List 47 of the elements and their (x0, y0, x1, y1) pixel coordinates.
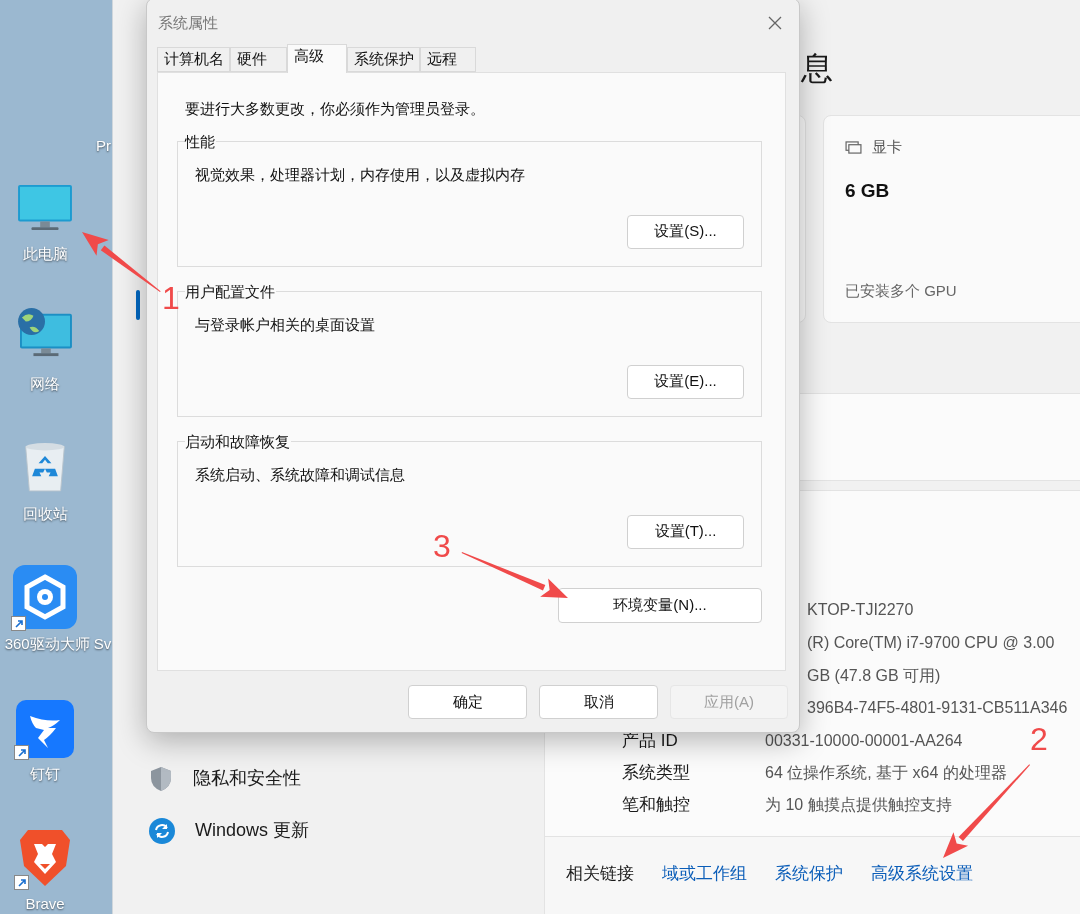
dialog-button[interactable]: 确定 (408, 685, 527, 719)
settings-button[interactable]: 设置(S)... (627, 214, 744, 249)
spec-value: KTOP-TJI2270 (807, 600, 914, 620)
spec-value: GB (47.8 GB 可用) (807, 666, 941, 686)
related-links-label: 相关链接 (566, 863, 634, 886)
card-label: 显卡 (872, 137, 902, 157)
shield-icon (149, 765, 173, 792)
environment-variables-button[interactable]: 环境变量(N)... (558, 587, 762, 623)
spec-label: 笔和触控 (622, 794, 690, 816)
network-icon[interactable] (16, 308, 74, 358)
group-description: 视觉效果，处理器计划，内存使用，以及虚拟内存 (195, 164, 526, 185)
tab[interactable]: 计算机名 (157, 47, 230, 72)
annotation-number: 2 (1030, 723, 1048, 755)
notice-text: 要进行大多数更改，你必须作为管理员登录。 (185, 99, 486, 119)
sync-icon (149, 817, 175, 844)
settings-button[interactable]: 设置(E)... (627, 364, 744, 399)
pc-icon[interactable] (16, 183, 74, 233)
spec-value: 64 位操作系统, 基于 x64 的处理器 (765, 763, 1007, 783)
link[interactable]: 系统保护 (775, 861, 843, 887)
annotation-number: 1 (162, 282, 180, 314)
recycle-bin-icon[interactable] (22, 440, 68, 494)
selection-indicator (136, 290, 140, 320)
dialog-button[interactable]: 取消 (539, 685, 658, 719)
page-title: 息 (801, 49, 833, 88)
tab[interactable]: 高级 (287, 44, 347, 73)
spec-label: 系统类型 (622, 762, 690, 784)
spec-value: 为 10 触摸点提供触控支持 (765, 795, 952, 815)
group-description: 系统启动、系统故障和调试信息 (195, 464, 406, 485)
spec-value: 00331-10000-00001-AA264 (765, 731, 963, 751)
card-value: 6 GB (845, 178, 891, 203)
nav-item[interactable]: Windows 更新 (195, 817, 310, 844)
settings-button[interactable]: 设置(T)... (627, 514, 744, 549)
tab[interactable]: 硬件 (230, 47, 287, 72)
link[interactable]: 域或工作组 (662, 861, 747, 887)
card-note: 已安装多个 GPU (845, 280, 958, 301)
tab[interactable]: 系统保护 (347, 47, 420, 72)
display-card-icon (845, 140, 862, 154)
dialog-title: 系统属性 (158, 12, 218, 33)
spec-value: 396B4-74F5-4801-9131-CB511A346 (807, 698, 1068, 718)
annotation-number: 3 (433, 530, 451, 562)
nav-item[interactable]: 隐私和安全性 (193, 765, 301, 792)
spec-label: 产品 ID (622, 730, 678, 752)
spec-value: (R) Core(TM) i7-9700 CPU @ 3.00 (807, 633, 1055, 653)
wing-icon[interactable] (16, 700, 74, 758)
group-description: 与登录帐户相关的桌面设置 (195, 314, 376, 335)
link[interactable]: 高级系统设置 (871, 861, 973, 887)
tab[interactable]: 远程 (420, 47, 476, 72)
